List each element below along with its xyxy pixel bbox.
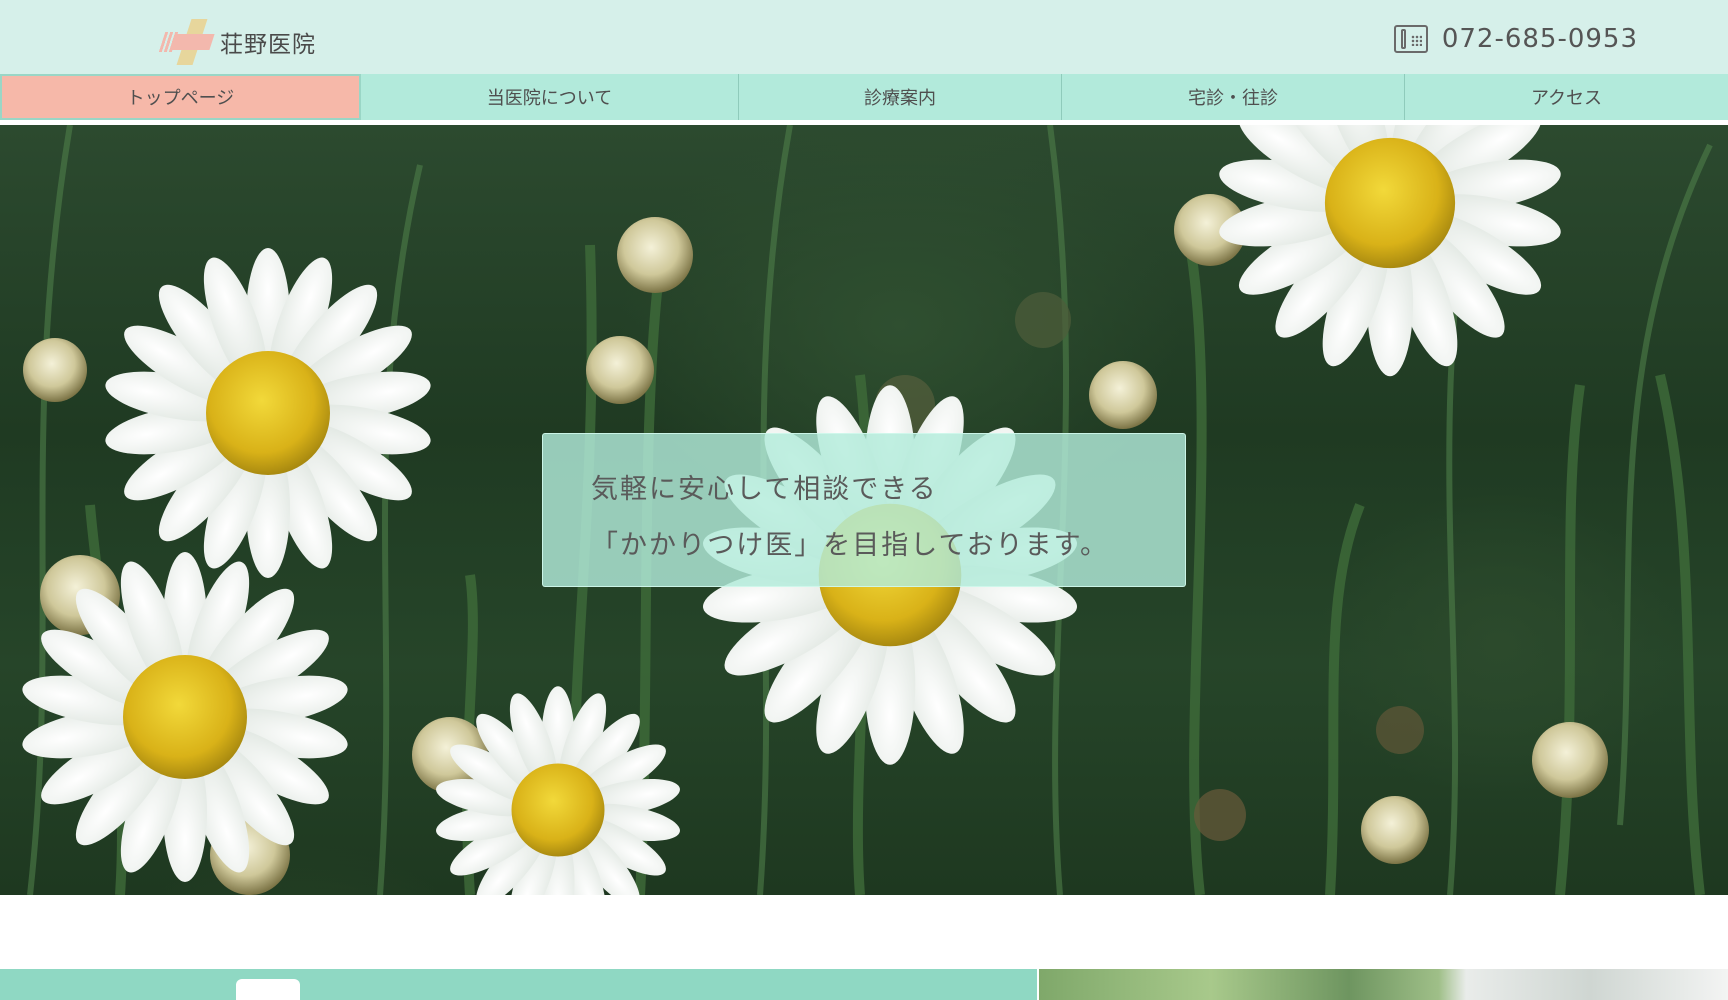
clinic-exterior-photo <box>1039 969 1728 1000</box>
clinic-cross-logo-icon <box>158 18 215 66</box>
content-section-header <box>0 969 1037 1000</box>
hero-banner: 気軽に安心して相談できる 「かかりつけ医」を目指しております。 <box>0 125 1728 895</box>
site-header: 荘野医院 072-685-0953 <box>0 0 1728 74</box>
nav-item-access[interactable]: アクセス <box>1405 74 1728 120</box>
hero-caption-line1: 気軽に安心して相談できる <box>591 474 938 505</box>
fax-phone-icon <box>1393 25 1428 53</box>
hero-caption-line2: 「かかりつけ医」を目指しております。 <box>591 530 1109 561</box>
nav-item-top[interactable]: トップページ <box>0 74 361 120</box>
nav-item-home-visits[interactable]: 宅診・往診 <box>1062 74 1405 120</box>
hero-caption-box: 気軽に安心して相談できる 「かかりつけ医」を目指しております。 <box>542 433 1186 587</box>
phone-contact[interactable]: 072-685-0953 <box>1393 24 1638 54</box>
content-section-tab <box>236 979 300 1000</box>
phone-number: 072-685-0953 <box>1441 24 1638 54</box>
clinic-name: 荘野医院 <box>220 32 316 58</box>
clinic-logo[interactable]: 荘野医院 <box>158 18 316 66</box>
main-nav: トップページ 当医院について 診療案内 宅診・往診 アクセス <box>0 74 1728 125</box>
nav-item-services[interactable]: 診療案内 <box>739 74 1062 120</box>
nav-item-about[interactable]: 当医院について <box>361 74 739 120</box>
